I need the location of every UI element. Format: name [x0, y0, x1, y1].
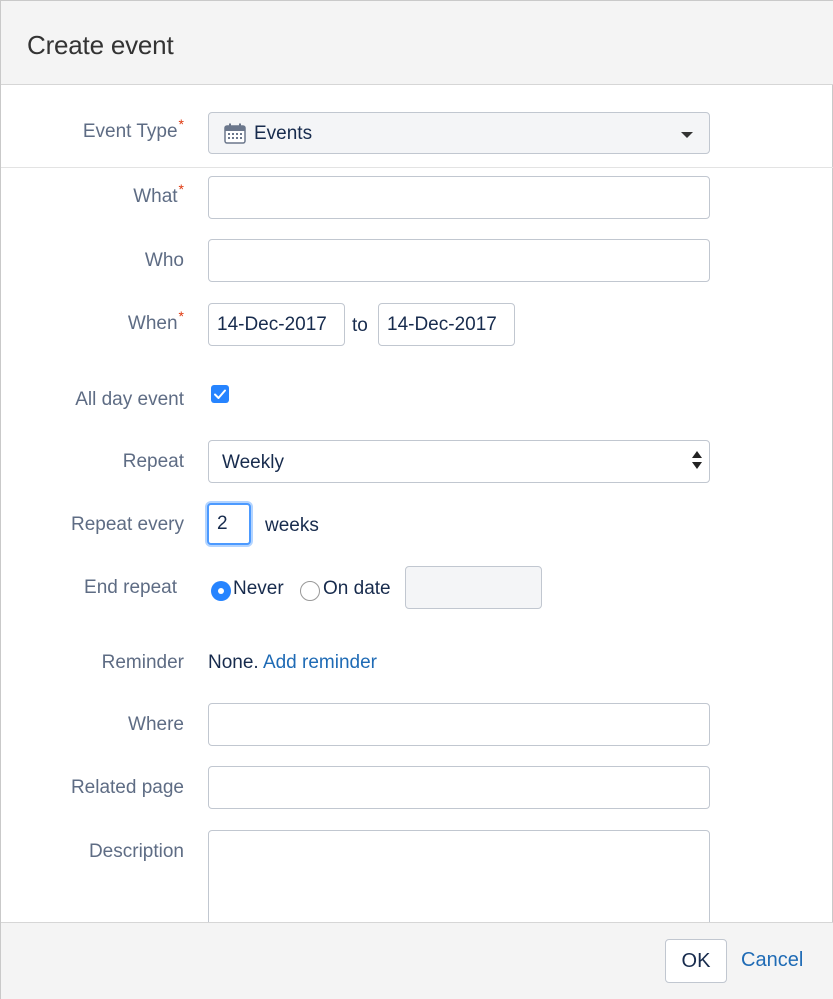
what-label: What* [133, 181, 184, 207]
repeat-value: Weekly [222, 452, 284, 473]
where-input[interactable] [208, 703, 710, 746]
ok-button[interactable]: OK [665, 939, 727, 983]
reminder-value: None. Add reminder [208, 652, 377, 673]
dialog-title: Create event [27, 30, 174, 60]
start-date-input[interactable]: 14-Dec-2017 [208, 303, 345, 346]
repeat-label: Repeat [122, 451, 184, 472]
event-type-label: Event Type* [82, 116, 184, 142]
required-mark: * [178, 308, 184, 324]
add-reminder-link[interactable]: Add reminder [263, 652, 377, 673]
on-date-radio[interactable] [300, 581, 320, 601]
end-date-input[interactable]: 14-Dec-2017 [378, 303, 515, 346]
description-label: Description [88, 841, 184, 862]
end-repeat-label: End repeat [84, 577, 177, 598]
where-label: Where [128, 714, 184, 735]
repeat-unit: weeks [265, 515, 319, 536]
create-event-dialog: Create event Event Type* Events What* Wh… [0, 0, 833, 999]
cancel-button[interactable]: Cancel [741, 949, 803, 972]
all-day-label: All day event [75, 389, 184, 410]
who-label: Who [144, 250, 184, 271]
end-date-input[interactable] [405, 566, 542, 609]
repeat-every-label: Repeat every [70, 514, 184, 535]
repeat-interval-input[interactable]: 2 [207, 503, 251, 545]
event-type-select[interactable]: Events [208, 112, 710, 154]
check-icon [214, 389, 226, 399]
all-day-checkbox[interactable] [211, 385, 229, 403]
related-page-label: Related page [70, 777, 184, 798]
who-input[interactable] [208, 239, 710, 282]
related-page-input[interactable] [208, 766, 710, 809]
on-date-label[interactable]: On date [323, 578, 391, 600]
chevron-down-icon [681, 132, 693, 138]
divider [1, 167, 833, 168]
when-label: When* [127, 308, 184, 334]
date-separator: to [352, 315, 368, 336]
dialog-footer: OK Cancel [1, 922, 833, 999]
dialog-header: Create event [1, 1, 833, 85]
repeat-select[interactable]: Weekly [208, 440, 710, 483]
select-arrows-icon [691, 451, 703, 473]
required-mark: * [178, 181, 184, 197]
event-type-value: Events [254, 123, 313, 144]
what-input[interactable] [208, 176, 710, 219]
reminder-label: Reminder [101, 652, 184, 673]
required-mark: * [178, 116, 184, 132]
calendar-icon [224, 123, 246, 144]
never-label[interactable]: Never [233, 578, 284, 600]
never-radio[interactable] [211, 581, 231, 601]
